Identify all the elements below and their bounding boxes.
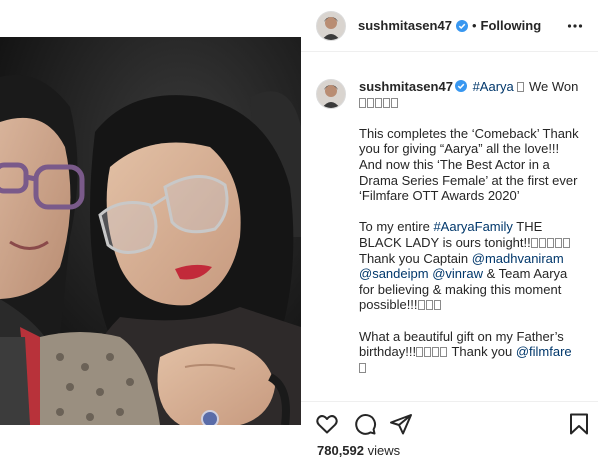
caption-p3-thanks: Thank you — [451, 344, 513, 360]
caption-title-text: We Won — [529, 79, 579, 94]
header-username[interactable]: sushmitasen47 — [358, 18, 452, 33]
caption-paragraph-3: What a beautiful gift on my Father’s bir… — [359, 329, 583, 376]
emoji-glyph — [417, 300, 425, 311]
emoji-glyph — [416, 347, 424, 358]
emoji-glyph — [383, 97, 390, 108]
emoji-glyph — [433, 300, 441, 311]
emoji-glyph — [425, 300, 433, 311]
emoji-glyph — [391, 97, 398, 108]
caption-text: sushmitasen47 #Aarya We Won This complet… — [359, 79, 583, 391]
share-icon[interactable] — [389, 412, 413, 436]
view-count-number: 780,592 — [317, 443, 364, 458]
emoji-glyph — [530, 237, 538, 248]
caption-p2-thanks: Thank you Captain — [359, 250, 469, 266]
emoji-glyph — [359, 97, 366, 108]
mention-filmfare[interactable]: @filmfare — [516, 344, 572, 359]
avatar[interactable] — [316, 10, 346, 41]
caption-p1-text: This completes the ‘Comeback’ Thank you … — [359, 125, 579, 204]
mention-vinraw[interactable]: @vinraw — [432, 266, 483, 281]
emoji-glyph — [367, 97, 374, 108]
caption-username[interactable]: sushmitasen47 — [359, 79, 453, 94]
more-options-icon[interactable] — [567, 18, 583, 34]
comment-icon[interactable] — [353, 412, 377, 436]
emoji-glyph — [546, 237, 554, 248]
following-button[interactable]: Following — [481, 18, 542, 33]
emoji-glyph — [424, 347, 432, 358]
verified-badge-icon — [455, 19, 468, 32]
view-count[interactable]: 780,592 views — [317, 443, 400, 458]
emoji-glyph — [538, 237, 546, 248]
bookmark-icon[interactable] — [567, 412, 591, 436]
instagram-post: sushmitasen47 • Following sushmitasen47 — [0, 0, 598, 461]
caption-paragraph-1: This completes the ‘Comeback’ Thank you … — [359, 126, 583, 204]
emoji-glyph — [517, 82, 525, 92]
mention-madhvaniram[interactable]: @madhvaniram — [472, 251, 564, 266]
verified-badge-icon — [454, 80, 467, 92]
emoji-glyph — [554, 237, 562, 248]
hashtag-aarya[interactable]: #Aarya — [473, 79, 514, 94]
view-count-label: views — [367, 443, 401, 458]
heart-icon[interactable] — [315, 412, 339, 436]
caption-paragraph-2: To my entire #AaryaFamily THE BLACK LADY… — [359, 219, 583, 313]
emoji-glyph — [562, 237, 570, 248]
emoji-glyph — [375, 97, 382, 108]
photo-image — [0, 37, 301, 425]
post-photo[interactable] — [0, 37, 301, 425]
hashtag-aaryafamily[interactable]: #AaryaFamily — [433, 219, 512, 234]
caption-p2-intro: To my entire — [359, 219, 430, 235]
header-separator: • — [471, 18, 477, 33]
mention-sandeipm[interactable]: @sandeipm — [359, 266, 429, 281]
emoji-glyph — [359, 362, 366, 373]
caption-avatar[interactable] — [316, 79, 346, 109]
emoji-glyph — [440, 347, 448, 358]
post-header: sushmitasen47 • Following — [301, 0, 598, 52]
post-actions: 780,592 views — [301, 401, 598, 461]
emoji-glyph — [432, 347, 440, 358]
caption-section: sushmitasen47 #Aarya We Won This complet… — [301, 53, 598, 401]
caption-title-line: sushmitasen47 #Aarya We Won — [359, 79, 583, 110]
